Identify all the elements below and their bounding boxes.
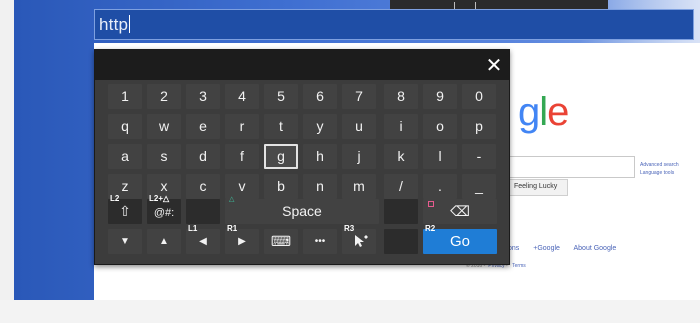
key-1[interactable]: 1 [108,84,142,109]
key-0[interactable]: 0 [462,84,496,109]
arrow-up-icon: ▲ [159,236,169,247]
google-logo: gle [518,90,569,135]
close-icon[interactable]: ✕ [482,53,506,77]
logo-letter: g [518,90,540,134]
blank-key[interactable] [384,199,418,224]
key-8[interactable]: 8 [384,84,418,109]
key-a[interactable]: a [108,144,142,169]
key-b[interactable]: b [264,174,298,199]
key-hyphen[interactable]: - [462,144,496,169]
key-slash[interactable]: / [384,174,418,199]
key-s[interactable]: s [147,144,181,169]
footer-link-google-plus[interactable]: +Google [533,245,560,252]
key-underscore[interactable]: _ [462,174,496,199]
key-4[interactable]: 4 [225,84,259,109]
key-9[interactable]: 9 [423,84,457,109]
arrow-up-key[interactable]: ▲ [147,229,181,254]
left-margin [0,0,14,323]
key-j[interactable]: j [342,144,376,169]
backspace-key[interactable]: ⌫ [423,199,497,224]
triangle-hint: △ [229,196,235,203]
key-7[interactable]: 7 [342,84,376,109]
go-button[interactable]: R2 Go [423,224,497,254]
symbols-label: @#: [153,207,175,219]
blank-key[interactable] [186,199,220,224]
arrow-down-key[interactable]: ▼ [108,229,142,254]
l2-hint: L2 [110,194,120,203]
key-g[interactable]: g [264,144,298,169]
advanced-search-label[interactable]: Advanced search [640,161,679,169]
google-footer-links: ons +Google About Google [508,245,628,252]
space-key[interactable]: △ Space [225,196,379,224]
key-q[interactable]: q [108,114,142,139]
cursor-right-key[interactable]: R1 ▶ [225,224,259,254]
square-hint-icon [428,201,434,207]
l2-triangle-hint: L2+△ [149,194,170,203]
keyboard-header [95,50,509,80]
arrow-left-icon: ◀ [199,236,207,247]
key-o[interactable]: o [423,114,457,139]
key-r[interactable]: r [225,114,259,139]
backspace-icon: ⌫ [450,203,470,219]
pointer-key[interactable]: R3 [342,224,376,254]
key-y[interactable]: y [303,114,337,139]
r2-hint: R2 [425,224,436,233]
key-d[interactable]: d [186,144,220,169]
url-input[interactable]: http [94,9,694,40]
logo-letter: l [539,90,548,134]
pointer-dpad-icon [355,235,368,247]
logo-letter: e [547,90,569,134]
footer-link-about-google[interactable]: About Google [573,245,616,252]
key-n[interactable]: n [303,174,337,199]
key-p[interactable]: p [462,114,496,139]
key-5[interactable]: 5 [264,84,298,109]
key-f[interactable]: f [225,144,259,169]
advanced-search-link[interactable]: Advanced search Language tools [640,161,679,177]
feeling-lucky-button[interactable]: Feeling Lucky [508,179,568,196]
keyboard-icon: ⌨ [270,233,292,249]
key-l[interactable]: l [423,144,457,169]
symbols-key[interactable]: L2+△ @#: [147,194,181,224]
shift-key[interactable]: L2 ⇧ [108,194,142,224]
go-label: Go [449,233,470,250]
more-icon: ••• [314,236,326,247]
key-w[interactable]: w [147,114,181,139]
space-label: Space [282,203,322,219]
key-2[interactable]: 2 [147,84,181,109]
terms-link[interactable]: Terms [512,263,526,269]
key-i[interactable]: i [384,114,418,139]
key-u[interactable]: u [342,114,376,139]
url-text: http [99,15,131,34]
on-screen-keyboard: ✕ 1 2 3 4 5 6 7 8 9 0 q w e r t y u i o p a s d f g h j k l - z x c v b n m /… [94,49,510,265]
l1-hint: L1 [188,224,198,233]
language-tools-label[interactable]: Language tools [640,169,679,177]
more-options-key[interactable]: ••• [303,229,337,254]
key-h[interactable]: h [303,144,337,169]
cursor-left-key[interactable]: L1 ◀ [186,224,220,254]
arrow-down-icon: ▼ [120,236,130,247]
key-c[interactable]: c [186,174,220,199]
bottom-strip [0,300,700,323]
key-6[interactable]: 6 [303,84,337,109]
blank-key[interactable] [384,229,418,254]
r1-hint: R1 [227,224,238,233]
google-search-input[interactable] [510,156,635,178]
key-e[interactable]: e [186,114,220,139]
key-m[interactable]: m [342,174,376,199]
r3-hint: R3 [344,224,355,233]
key-t[interactable]: t [264,114,298,139]
keyboard-layout-key[interactable]: ⌨ [264,229,298,254]
shift-icon: ⇧ [119,203,131,219]
key-period[interactable]: . [423,174,457,199]
text-caret [129,15,131,33]
arrow-right-icon: ▶ [238,236,246,247]
key-3[interactable]: 3 [186,84,220,109]
key-k[interactable]: k [384,144,418,169]
